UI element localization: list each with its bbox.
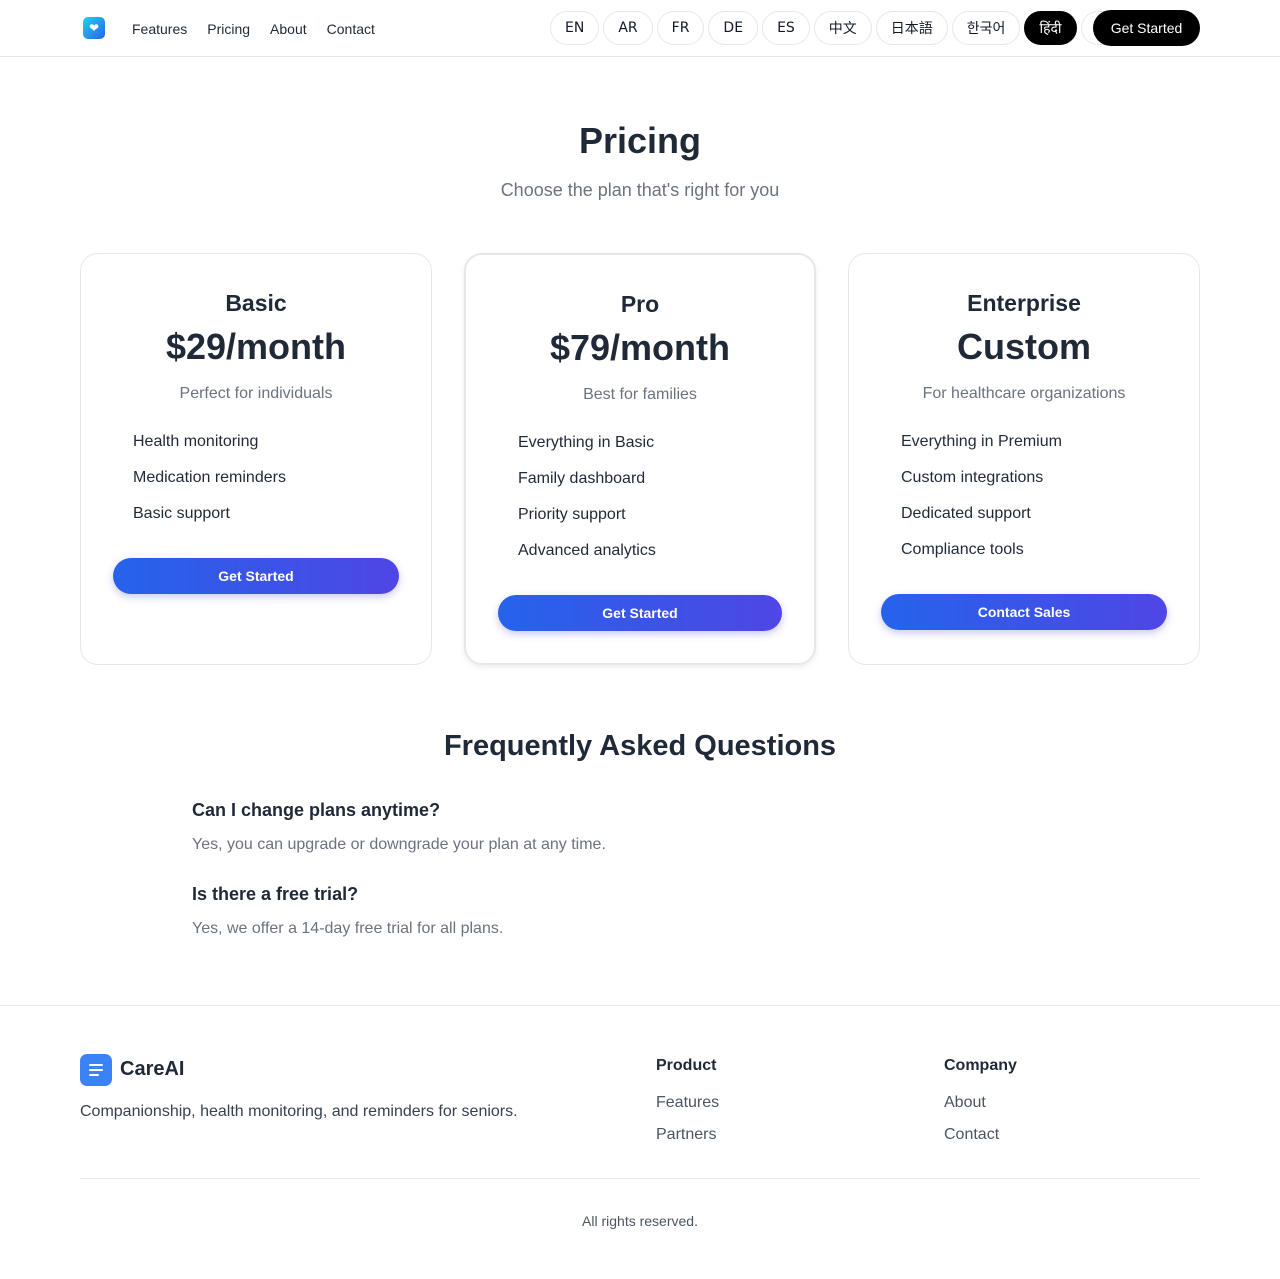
lang-button-fr[interactable]: FR [656,11,705,45]
faq-title: Frequently Asked Questions [443,730,837,762]
plan-feature: Health monitoring [133,433,259,450]
pro-get-started-button[interactable]: Get Started [498,595,782,631]
copyright-text: All rights reserved. [582,1213,698,1229]
footer-about-link[interactable]: About [944,1094,986,1112]
plan-name: Enterprise [967,290,1081,316]
footer-company-heading: Company [944,1057,1017,1074]
plan-feature: Everything in Basic [518,434,655,451]
plan-feature: Everything in Premium [901,433,1062,450]
plan-feature: Compliance tools [901,541,1024,558]
plan-feature: Dedicated support [901,505,1031,522]
page-title: Pricing [578,120,702,161]
header-get-started-button[interactable]: Get Started [1093,10,1200,46]
lang-button-de[interactable]: DE [708,11,759,45]
plan-feature: Custom integrations [901,469,1044,486]
main-nav: Features Pricing About Contact [132,0,375,57]
plan-price: Custom [957,326,1091,367]
basic-get-started-button[interactable]: Get Started [113,558,399,594]
plan-price: $29/month [165,326,347,367]
lang-button-zh[interactable]: 中文 [813,11,872,45]
plan-feature: Basic support [133,505,230,522]
footer-product-heading: Product [656,1057,717,1074]
lang-button-en[interactable]: EN [550,11,600,45]
lang-button-ko[interactable]: 한국어 [951,11,1021,45]
footer-tagline: Companionship, health monitoring, and re… [80,1103,518,1120]
plan-feature-list: Everything in Premium Custom integration… [901,431,1062,575]
plan-feature: Priority support [518,506,626,523]
document-lines-icon [80,1054,112,1086]
site-footer: CareAI Companionship, health monitoring,… [0,1005,1280,1279]
plan-feature-list: Everything in Basic Family dashboard Pri… [518,432,656,576]
lang-button-es[interactable]: ES [762,11,810,45]
plan-feature-list: Health monitoring Medication reminders B… [133,431,286,539]
plan-card-pro: Pro $79/month Best for families Everythi… [464,253,816,665]
faq-question: Can I change plans anytime? [192,800,441,820]
plan-card-basic: Basic $29/month Perfect for individuals … [80,253,432,665]
contact-sales-button[interactable]: Contact Sales [881,594,1167,630]
faq-answer: Yes, we offer a 14-day free trial for al… [192,920,504,937]
language-switcher: EN AR FR DE ES 中文 日本語 한국어 हिंदी PT [550,11,1128,45]
lang-button-ja[interactable]: 日本語 [875,11,948,45]
lang-button-hi[interactable]: हिंदी [1024,11,1077,45]
footer-contact-link[interactable]: Contact [944,1126,999,1144]
plan-name: Basic [225,290,287,316]
plan-description: Best for families [583,386,697,403]
page-subtitle: Choose the plan that's right for you [500,180,780,200]
plan-price: $79/month [549,327,731,368]
plan-card-enterprise: Enterprise Custom For healthcare organiz… [848,253,1200,665]
nav-contact-link[interactable]: Contact [327,21,375,37]
footer-divider [80,1178,1200,1179]
footer-partners-link[interactable]: Partners [656,1126,716,1144]
faq-answer: Yes, you can upgrade or downgrade your p… [192,836,606,853]
faq-question: Is there a free trial? [192,884,359,904]
plan-description: For healthcare organizations [922,385,1126,402]
plan-name: Pro [620,291,660,317]
nav-pricing-link[interactable]: Pricing [207,21,250,37]
nav-about-link[interactable]: About [270,21,307,37]
site-header: ❤ Features Pricing About Contact EN AR F… [0,0,1280,57]
plan-feature: Family dashboard [518,470,646,487]
footer-brand: CareAI [120,1058,185,1080]
footer-features-link[interactable]: Features [656,1094,719,1112]
plan-feature: Advanced analytics [518,542,656,559]
heart-logo-icon[interactable]: ❤ [83,17,105,39]
plan-feature: Medication reminders [133,469,286,486]
nav-features-link[interactable]: Features [132,21,187,37]
lang-button-ar[interactable]: AR [603,11,653,45]
plan-description: Perfect for individuals [179,385,333,402]
